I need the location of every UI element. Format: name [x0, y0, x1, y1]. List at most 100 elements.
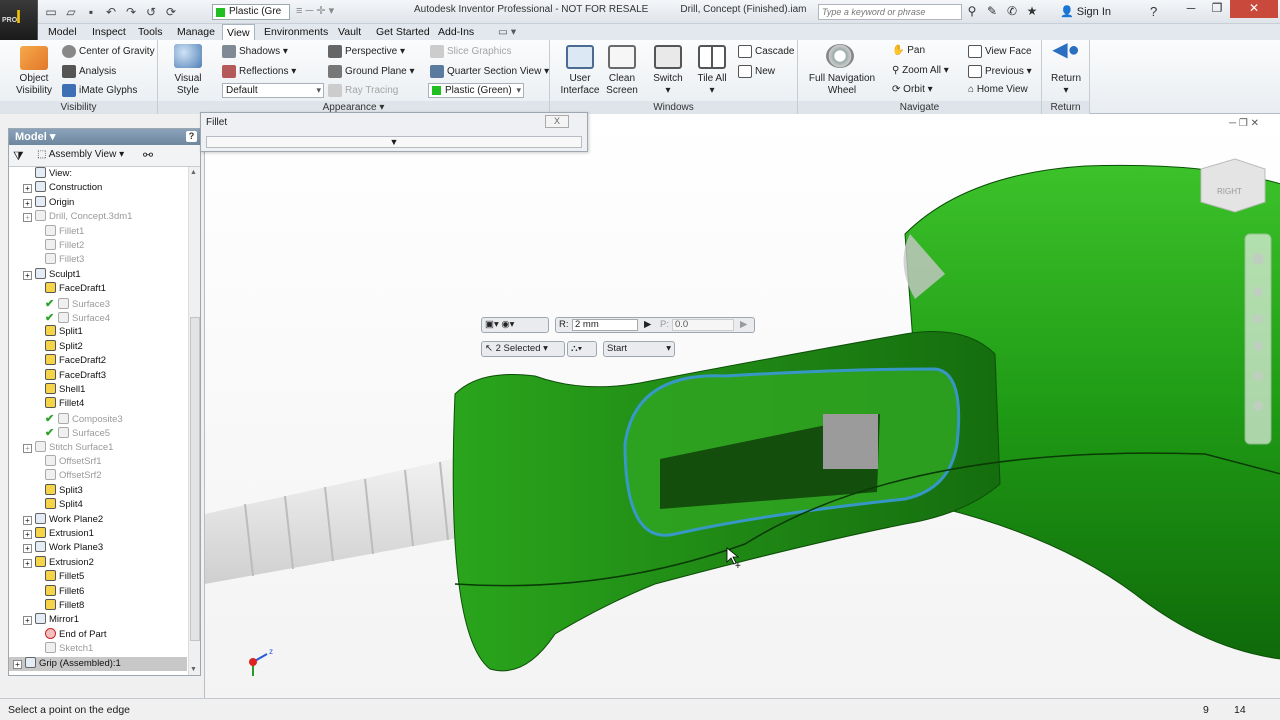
object-visibility-button[interactable]: Object Visibility	[8, 73, 60, 97]
tree-item[interactable]: Fillet8	[9, 599, 187, 613]
center-of-gravity-button[interactable]: Center of Gravity	[62, 45, 155, 58]
browser-scrollbar[interactable]: ▲ ▼	[188, 167, 200, 675]
tree-item[interactable]: FaceDraft2	[9, 354, 187, 368]
expand-icon[interactable]: +	[23, 213, 32, 223]
tree-item[interactable]: + Mirror1	[9, 613, 187, 627]
expand-icon[interactable]: +	[23, 198, 32, 208]
position-input[interactable]: 0.0	[672, 319, 734, 331]
filter-icon[interactable]: ⧩	[13, 149, 24, 164]
imate-glyphs-button[interactable]: iMate Glyphs	[62, 84, 137, 97]
tree-item[interactable]: View:	[9, 167, 187, 181]
start-select[interactable]: Start ▾	[603, 341, 675, 357]
new-window-button[interactable]: New	[738, 65, 775, 78]
navigation-bar[interactable]	[1244, 233, 1272, 445]
minimize-button[interactable]: ─	[1178, 0, 1204, 18]
tree-item[interactable]: + Work Plane3	[9, 541, 187, 555]
return-icon[interactable]: ↺	[144, 5, 158, 19]
undo-icon[interactable]: ↶	[104, 5, 118, 19]
tab-model[interactable]: Model	[44, 24, 81, 40]
radius-input[interactable]: 2 mm	[572, 319, 638, 331]
scroll-down-icon[interactable]: ▼	[190, 666, 197, 673]
edge-mode-select[interactable]: ⛬▾	[567, 341, 597, 357]
radius-arrow-icon[interactable]: ▶	[644, 318, 651, 332]
tab-inspect[interactable]: Inspect	[88, 24, 130, 40]
tree-item[interactable]: Fillet5	[9, 570, 187, 584]
tree-item[interactable]: ✔ Surface4	[9, 311, 187, 325]
tab-manage[interactable]: Manage	[173, 24, 219, 40]
tree-item[interactable]: Split4	[9, 498, 187, 512]
expand-icon[interactable]: +	[23, 515, 32, 525]
tab-get-started[interactable]: Get Started	[372, 24, 434, 40]
tree-item[interactable]: Sketch1	[9, 642, 187, 656]
communication-icon[interactable]: ✆	[1005, 4, 1019, 18]
selection-button[interactable]: ↖ 2 Selected ▾	[481, 341, 565, 357]
tab-tools[interactable]: Tools	[134, 24, 167, 40]
view-face-button[interactable]: View Face	[968, 45, 1032, 58]
position-arrow-icon[interactable]: ▶	[740, 318, 747, 332]
home-view-button[interactable]: ⌂ Home View	[968, 84, 1028, 96]
pan-button[interactable]: ✋ Pan	[892, 45, 925, 57]
tab-environments[interactable]: Environments	[260, 24, 332, 40]
tree-item[interactable]: + Origin	[9, 195, 187, 210]
browser-header[interactable]: Model ▾?	[9, 129, 200, 145]
fillet-close-button[interactable]: X	[545, 115, 569, 128]
previous-view-button[interactable]: Previous ▾	[968, 65, 1032, 78]
zoom-all-button[interactable]: ⚲ Zoom All ▾	[892, 65, 949, 77]
tree-item[interactable]: Fillet4	[9, 397, 187, 411]
open-icon[interactable]: ▱	[64, 5, 78, 19]
update-icon[interactable]: ⟳	[164, 5, 178, 19]
application-menu-button[interactable]: I PRO	[0, 0, 38, 40]
tree-item[interactable]: + Grip (Assembled):1	[9, 656, 187, 671]
scroll-thumb[interactable]	[190, 317, 200, 641]
tree-item[interactable]: End of Part	[9, 627, 187, 642]
tree-item[interactable]: ✔ Surface3	[9, 297, 187, 311]
tree-item[interactable]: FaceDraft1	[9, 282, 187, 296]
tree-item[interactable]: Fillet6	[9, 584, 187, 599]
tree-item[interactable]: Fillet1	[9, 224, 187, 239]
expand-icon[interactable]: +	[23, 544, 32, 554]
tree-item[interactable]: + Extrusion1	[9, 527, 187, 541]
tree-item[interactable]: + Drill, Concept.3dm1	[9, 210, 187, 224]
tree-item[interactable]: Split3	[9, 483, 187, 498]
slice-graphics-button[interactable]: Slice Graphics	[430, 45, 511, 58]
expand-icon[interactable]: +	[23, 530, 32, 539]
help-button[interactable]: ?	[1150, 4, 1157, 19]
sign-in-button[interactable]: 👤 Sign In	[1060, 5, 1111, 18]
perspective-button[interactable]: Perspective ▾	[328, 45, 405, 58]
fillet-expand-button[interactable]: ▼	[206, 136, 582, 148]
expand-icon[interactable]: +	[23, 184, 32, 194]
redo-icon[interactable]: ↷	[124, 5, 138, 19]
tab-view[interactable]: View	[222, 24, 255, 40]
expand-icon[interactable]: +	[13, 659, 22, 669]
search-input[interactable]: Type a keyword or phrase	[818, 4, 962, 20]
graphics-viewport[interactable]: RIGHT z + ▣▾ ◉▾ R: 2 mm ▶ P: 0.0 ▶ ↖ 2 S…	[204, 114, 1280, 698]
tree-item[interactable]: + Sculpt1	[9, 267, 187, 282]
appearance-override-select[interactable]: Plastic (Green)	[428, 83, 524, 98]
clean-screen-button[interactable]: Clean Screen	[596, 73, 648, 97]
favorites-icon[interactable]: ★	[1025, 4, 1039, 18]
scroll-up-icon[interactable]: ▲	[190, 169, 197, 176]
tree-item[interactable]: Split2	[9, 339, 187, 354]
assembly-view-select[interactable]: ⬚ Assembly View ▾	[37, 149, 124, 160]
reflections-button[interactable]: Reflections ▾	[222, 65, 296, 78]
binoculars-icon[interactable]: ⚲	[965, 4, 979, 18]
tree-item[interactable]: Split1	[9, 325, 187, 339]
orbit-button[interactable]: ⟳ Orbit ▾	[892, 84, 933, 96]
lighting-style-select[interactable]: Default	[222, 83, 324, 98]
tree-item[interactable]: + Construction	[9, 181, 187, 195]
tree-item[interactable]: + Extrusion2	[9, 555, 187, 570]
tree-item[interactable]: + Stitch Surface1	[9, 440, 187, 455]
ground-plane-button[interactable]: Ground Plane ▾	[328, 65, 415, 78]
tools-icon[interactable]: ✎	[985, 4, 999, 18]
expand-icon[interactable]: +	[23, 616, 32, 626]
tab-add-ins[interactable]: Add-Ins	[434, 24, 478, 40]
visual-style-button[interactable]: Visual Style	[162, 73, 214, 97]
tree-item[interactable]: ✔ Composite3	[9, 412, 187, 426]
appearance-select[interactable]: ≡ ─ ✛ ▾	[296, 4, 366, 20]
material-select[interactable]: Plastic (Gre	[212, 4, 290, 20]
tree-item[interactable]: OffsetSrf1	[9, 455, 187, 469]
ray-tracing-button[interactable]: Ray Tracing	[328, 84, 398, 97]
return-button[interactable]: Return ▾	[1044, 73, 1088, 97]
full-navigation-wheel-button[interactable]: Full Navigation Wheel	[800, 73, 884, 97]
switch-button[interactable]: Switch ▾	[644, 73, 692, 97]
